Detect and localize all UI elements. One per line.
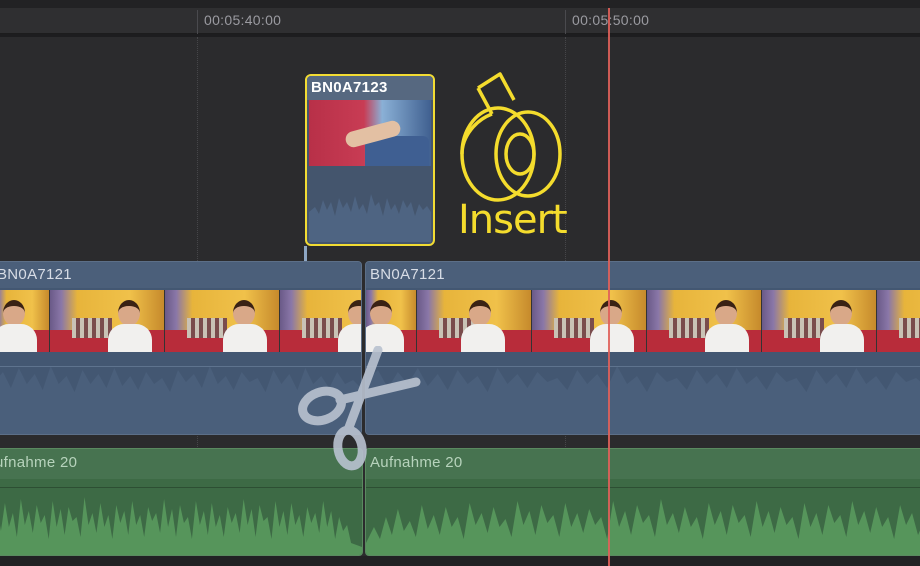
volume-line[interactable] (366, 366, 920, 367)
blade-scissors-icon (298, 346, 421, 471)
timeline-ruler[interactable]: 00:05:40:00 00:05:50:00 (0, 0, 920, 34)
audio-clip-waveform (0, 497, 362, 555)
timeline-footer (0, 556, 920, 566)
audio-clip[interactable]: Aufnahme 20 (365, 448, 920, 556)
video-clip-name: BN0A7121 (366, 262, 920, 288)
video-clip-name: BN0A7121 (0, 262, 361, 288)
audio-clip-name: Aufnahme 20 (366, 449, 920, 479)
tape-roll-icon (460, 72, 562, 202)
ruler-timecode: 00:05:50:00 (572, 12, 650, 28)
connected-clip-thumbnail (309, 100, 431, 166)
connected-clip-waveform (309, 194, 431, 242)
ruler-divider (0, 34, 920, 37)
playhead[interactable] (608, 8, 610, 566)
filmstrip (366, 290, 920, 352)
insert-label: Insert (458, 197, 568, 243)
audio-clip-waveform (366, 499, 920, 555)
filmstrip (0, 290, 361, 352)
connected-clip[interactable]: BN0A7123 (305, 74, 435, 246)
connected-clip-name: BN0A7123 (307, 76, 433, 100)
video-clip[interactable]: BN0A7121 (365, 261, 920, 435)
ruler-tick (197, 10, 198, 34)
ruler-tick (565, 10, 566, 34)
ruler-timecode: 00:05:40:00 (204, 12, 282, 28)
